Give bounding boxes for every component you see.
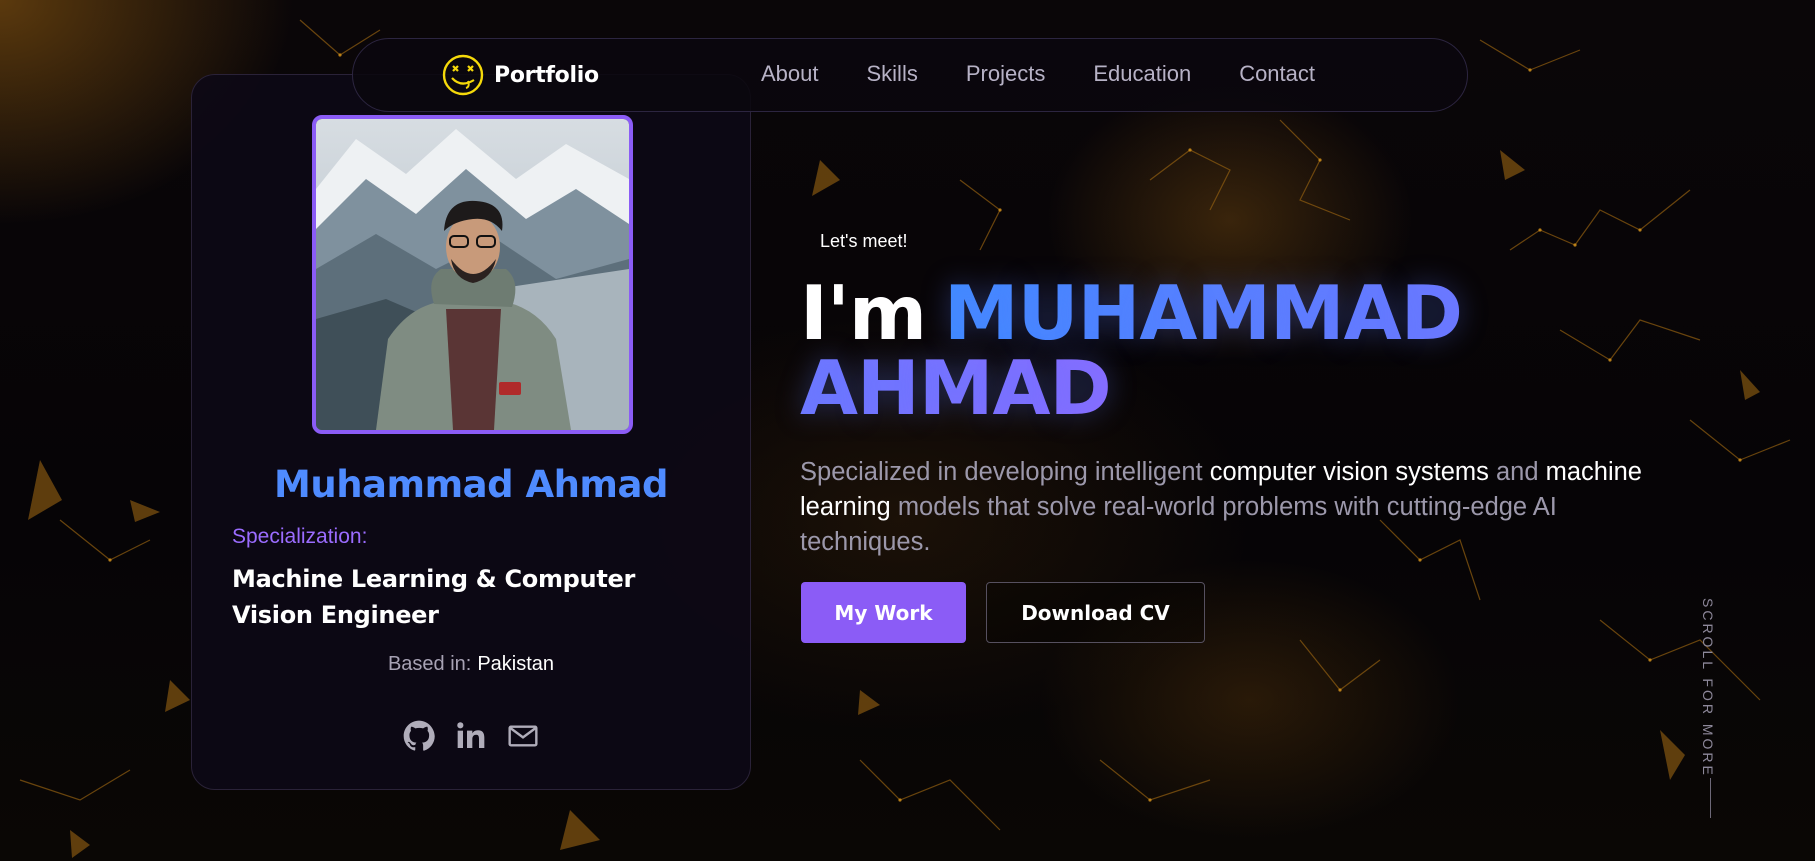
download-cv-button[interactable]: Download CV bbox=[986, 582, 1205, 643]
brand-label: Portfolio bbox=[494, 62, 599, 88]
github-icon bbox=[403, 720, 435, 751]
mail-icon bbox=[508, 725, 538, 747]
linkedin-icon bbox=[457, 722, 485, 748]
location-label: Based in: bbox=[387, 653, 472, 675]
hero-title: I'm MUHAMMAD AHMAD bbox=[800, 276, 1560, 426]
top-navbar: Portfolio About Skills Projects Educatio… bbox=[352, 38, 1468, 112]
hero-eyebrow: Let's meet! bbox=[820, 231, 908, 251]
scroll-hint[interactable]: SCROLL FOR MORE bbox=[1700, 598, 1716, 778]
smiley-face-logo-icon bbox=[442, 54, 484, 96]
description-highlight: computer vision systems bbox=[1209, 458, 1489, 486]
social-links bbox=[192, 719, 750, 753]
email-link[interactable] bbox=[506, 719, 540, 753]
linkedin-link[interactable] bbox=[454, 719, 488, 753]
profile-photo bbox=[312, 115, 633, 434]
specialization-label: Specialization: bbox=[232, 525, 368, 548]
description-text: and bbox=[1488, 458, 1546, 486]
scroll-line bbox=[1710, 778, 1711, 818]
location-value: Pakistan bbox=[477, 653, 555, 675]
nav-link-about[interactable]: About bbox=[761, 61, 819, 87]
description-text: Specialized in developing intelligent bbox=[800, 458, 1210, 486]
location: Based in: Pakistan bbox=[192, 653, 750, 676]
profile-card: Muhammad Ahmad Specialization: Machine L… bbox=[191, 74, 751, 790]
nav-link-skills[interactable]: Skills bbox=[867, 61, 918, 87]
github-link[interactable] bbox=[402, 719, 436, 753]
nav-link-contact[interactable]: Contact bbox=[1239, 61, 1315, 87]
profile-name: Muhammad Ahmad bbox=[274, 463, 668, 506]
brand[interactable]: Portfolio bbox=[442, 54, 599, 96]
my-work-button[interactable]: My Work bbox=[801, 582, 966, 643]
description-text: models that solve real-world problems wi… bbox=[800, 493, 1557, 556]
nav-link-projects[interactable]: Projects bbox=[966, 61, 1045, 87]
nav-links: About Skills Projects Education Contact bbox=[761, 61, 1315, 87]
hero-description: Specialized in developing intelligent co… bbox=[800, 455, 1650, 560]
specialization-value: Machine Learning & Computer Vision Engin… bbox=[232, 565, 636, 629]
nav-link-education[interactable]: Education bbox=[1093, 61, 1191, 87]
